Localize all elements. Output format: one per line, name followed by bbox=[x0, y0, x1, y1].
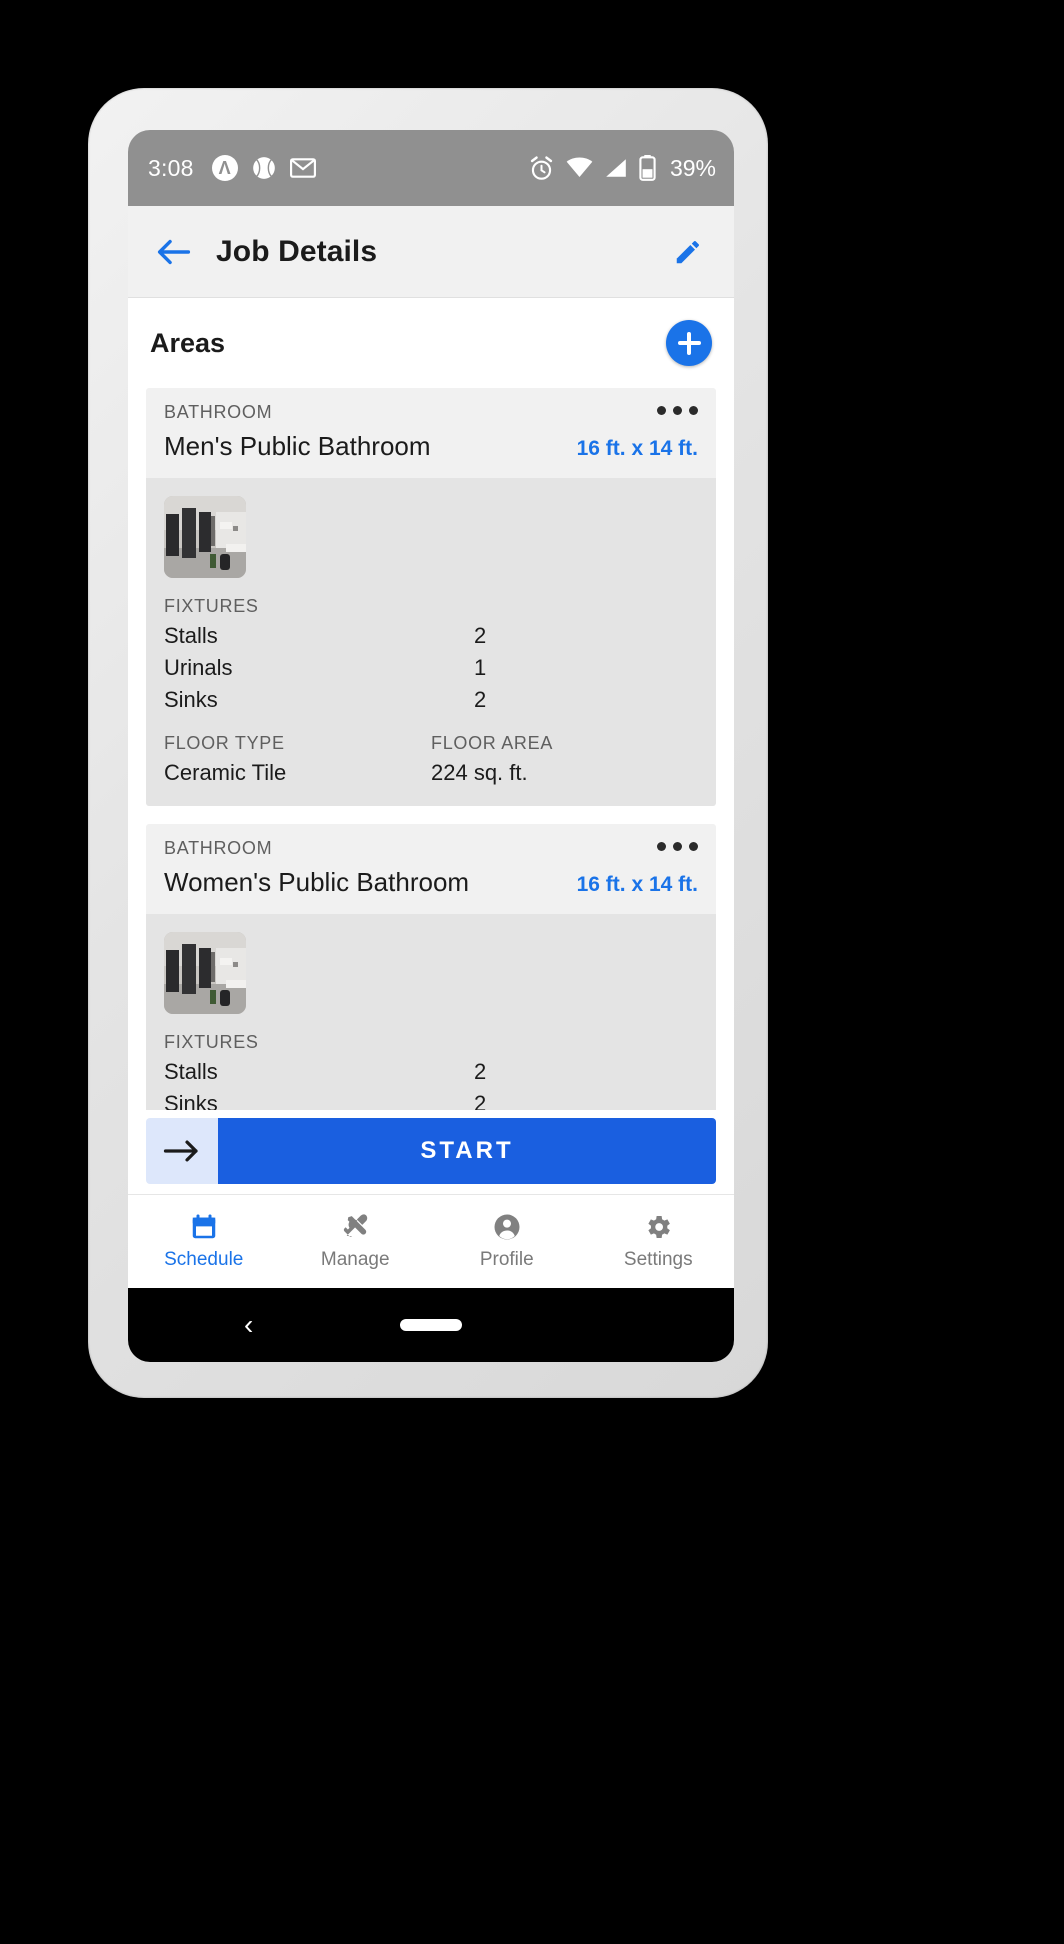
gear-icon bbox=[648, 1216, 671, 1238]
add-area-button[interactable] bbox=[666, 320, 712, 366]
page-title: Job Details bbox=[216, 234, 378, 268]
wifi-icon bbox=[566, 157, 593, 177]
fixture-count: 1 bbox=[474, 655, 487, 680]
status-bar: 3:08 Λ 39% bbox=[128, 130, 734, 206]
bathroom-stalls-photo bbox=[164, 932, 246, 1014]
floor-area-column: FLOOR AREA 224 sq. ft. bbox=[431, 733, 698, 786]
area-dimensions: 16 ft. x 14 ft. bbox=[576, 437, 698, 460]
areas-title: Areas bbox=[150, 327, 226, 358]
overflow-menu-icon bbox=[689, 406, 698, 415]
bottom-navigation: Schedule Manage Profile Settings bbox=[128, 1194, 734, 1288]
android-navigation-bar: ‹ bbox=[128, 1288, 734, 1362]
status-bar-clock: 3:08 bbox=[148, 154, 194, 181]
alarm-icon bbox=[530, 155, 553, 180]
fixture-name: Stalls bbox=[164, 1059, 218, 1084]
status-bar-notification-icons: Λ bbox=[211, 155, 316, 181]
area-name: Men's Public Bathroom bbox=[164, 431, 431, 461]
fixture-row: Sinks 2 bbox=[164, 687, 698, 713]
floor-type-column: FLOOR TYPE Ceramic Tile bbox=[164, 733, 431, 786]
nav-label-schedule: Schedule bbox=[164, 1249, 244, 1270]
signal-icon bbox=[606, 159, 626, 177]
bathroom-stalls-photo bbox=[164, 496, 246, 578]
circle-a-icon: Λ bbox=[211, 155, 238, 181]
nav-item-schedule[interactable]: Schedule bbox=[128, 1195, 280, 1288]
floor-area-value: 224 sq. ft. bbox=[431, 760, 528, 785]
area-overflow-menu-button[interactable] bbox=[657, 402, 698, 415]
floor-type-label: FLOOR TYPE bbox=[164, 733, 285, 753]
area-card-header: BATHROOM Women's Public Bathroom 16 ft. … bbox=[146, 824, 716, 914]
edit-button[interactable] bbox=[668, 232, 708, 272]
areas-section-header: Areas bbox=[128, 298, 734, 388]
fixture-row: Sinks 2 bbox=[164, 1091, 698, 1110]
fixtures-label: FIXTURES bbox=[164, 596, 259, 616]
area-name: Women's Public Bathroom bbox=[164, 867, 470, 897]
area-card[interactable]: BATHROOM Women's Public Bathroom 16 ft. … bbox=[146, 824, 716, 1110]
fixture-name: Sinks bbox=[164, 687, 218, 712]
floor-type-value: Ceramic Tile bbox=[164, 760, 287, 785]
floor-info: FLOOR TYPE Ceramic Tile FLOOR AREA 224 s… bbox=[164, 733, 698, 786]
floor-area-label: FLOOR AREA bbox=[431, 733, 554, 753]
area-card-header: BATHROOM Men's Public Bathroom 16 ft. x … bbox=[146, 388, 716, 478]
overflow-menu-icon bbox=[673, 842, 682, 851]
battery-percentage: 39% bbox=[669, 154, 716, 181]
nav-label-manage: Manage bbox=[320, 1249, 390, 1270]
area-card[interactable]: BATHROOM Men's Public Bathroom 16 ft. x … bbox=[146, 388, 716, 806]
pencil-edit-icon bbox=[676, 240, 699, 263]
start-bar: START bbox=[128, 1110, 734, 1194]
start-button[interactable]: START bbox=[218, 1118, 716, 1184]
home-pill-handle[interactable] bbox=[400, 1319, 462, 1331]
overflow-menu-icon bbox=[657, 406, 666, 415]
arrow-forward-icon bbox=[163, 1140, 198, 1162]
fixture-row: Stalls 2 bbox=[164, 1059, 698, 1085]
phone-screen: 3:08 Λ 39% Job Details Areas BATHROOM Me… bbox=[128, 130, 734, 1362]
fixtures-label: FIXTURES bbox=[164, 1032, 259, 1052]
back-button[interactable] bbox=[154, 232, 194, 272]
area-thumbnail[interactable] bbox=[164, 932, 246, 1014]
area-card-body: FIXTURES Stalls 2 Urinals 1 Sinks 2 FLOO… bbox=[146, 478, 716, 806]
nav-item-profile[interactable]: Profile bbox=[431, 1195, 583, 1288]
fixture-count: 2 bbox=[474, 1059, 487, 1084]
calendar-icon bbox=[192, 1214, 215, 1239]
nav-label-settings: Settings bbox=[623, 1249, 693, 1270]
person-circle-icon bbox=[494, 1214, 520, 1240]
gmail-icon bbox=[289, 158, 316, 178]
tools-icon bbox=[344, 1214, 368, 1237]
fixture-row: Stalls 2 bbox=[164, 623, 698, 649]
fixture-count: 2 bbox=[474, 623, 487, 648]
areas-list[interactable]: BATHROOM Men's Public Bathroom 16 ft. x … bbox=[128, 388, 734, 1110]
baseball-icon bbox=[252, 157, 275, 179]
fixture-name: Sinks bbox=[164, 1091, 218, 1110]
fixture-name: Stalls bbox=[164, 623, 218, 648]
arrow-back-icon bbox=[157, 239, 191, 264]
nav-item-settings[interactable]: Settings bbox=[583, 1195, 735, 1288]
nav-item-manage[interactable]: Manage bbox=[280, 1195, 432, 1288]
fixture-name: Urinals bbox=[164, 655, 233, 680]
battery-icon bbox=[639, 155, 656, 181]
screenshot-canvas: 3:08 Λ 39% Job Details Areas BATHROOM Me… bbox=[0, 0, 1064, 1944]
app-bar: Job Details bbox=[128, 206, 734, 298]
area-thumbnail[interactable] bbox=[164, 496, 246, 578]
area-card-body: FIXTURES Stalls 2 Sinks 2 bbox=[146, 914, 716, 1110]
area-type-label: BATHROOM bbox=[164, 838, 273, 858]
area-dimensions: 16 ft. x 14 ft. bbox=[576, 873, 698, 896]
fixture-row: Urinals 1 bbox=[164, 655, 698, 681]
overflow-menu-icon bbox=[657, 842, 666, 851]
fixture-count: 2 bbox=[474, 1091, 487, 1110]
area-overflow-menu-button[interactable] bbox=[657, 838, 698, 851]
plus-icon bbox=[666, 320, 712, 366]
fixture-count: 2 bbox=[474, 687, 487, 712]
overflow-menu-icon bbox=[673, 406, 682, 415]
area-type-label: BATHROOM bbox=[164, 402, 273, 422]
status-bar-system-icons: 39% bbox=[528, 155, 716, 182]
chevron-back-icon[interactable]: ‹ bbox=[244, 1311, 253, 1339]
overflow-menu-icon bbox=[689, 842, 698, 851]
start-arrow-button[interactable] bbox=[146, 1118, 218, 1184]
nav-label-profile: Profile bbox=[479, 1249, 534, 1270]
